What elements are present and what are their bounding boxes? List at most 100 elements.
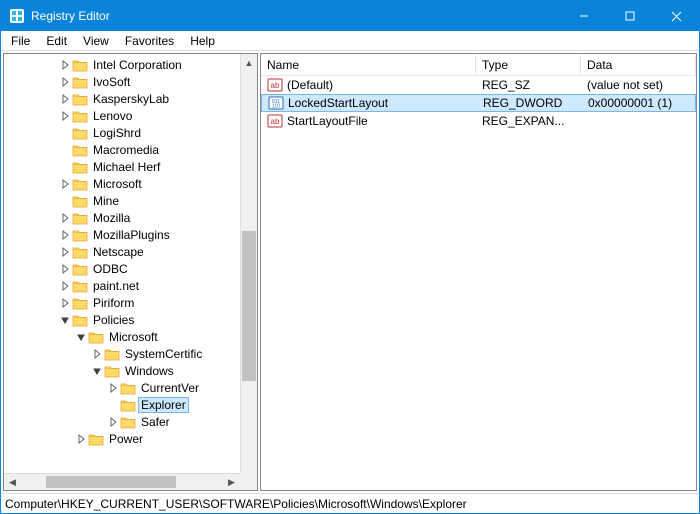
- tree-item[interactable]: Policies: [4, 311, 240, 328]
- tree-item[interactable]: LogiShrd: [4, 124, 240, 141]
- scroll-track[interactable]: [21, 474, 223, 490]
- expand-icon[interactable]: [58, 230, 72, 240]
- binary-value-icon: [268, 95, 284, 111]
- expand-icon[interactable]: [58, 213, 72, 223]
- menu-view[interactable]: View: [75, 32, 117, 50]
- tree-item[interactable]: Explorer: [4, 396, 240, 413]
- expand-icon[interactable]: [58, 77, 72, 87]
- tree-item-label[interactable]: Lenovo: [90, 108, 135, 124]
- tree-item-label[interactable]: Safer: [138, 414, 173, 430]
- expand-icon[interactable]: [58, 247, 72, 257]
- value-name-cell: StartLayoutFile: [261, 113, 476, 129]
- tree-item[interactable]: Netscape: [4, 243, 240, 260]
- registry-editor-window: Registry Editor File Edit View Favorites…: [0, 0, 700, 514]
- folder-icon: [72, 245, 88, 259]
- tree-item-label[interactable]: Power: [106, 431, 146, 447]
- menu-edit[interactable]: Edit: [38, 32, 75, 50]
- tree-item-label[interactable]: Windows: [122, 363, 177, 379]
- column-header-type[interactable]: Type: [476, 55, 581, 75]
- tree-item[interactable]: KasperskyLab: [4, 90, 240, 107]
- tree-item-label[interactable]: Policies: [90, 312, 137, 328]
- menu-file[interactable]: File: [3, 32, 38, 50]
- tree-item-label[interactable]: Macromedia: [90, 142, 162, 158]
- expand-icon[interactable]: [58, 264, 72, 274]
- titlebar[interactable]: Registry Editor: [1, 1, 699, 31]
- menu-favorites[interactable]: Favorites: [117, 32, 182, 50]
- collapse-icon[interactable]: [58, 315, 72, 325]
- tree-item[interactable]: ODBC: [4, 260, 240, 277]
- tree-item[interactable]: Windows: [4, 362, 240, 379]
- tree-item-label[interactable]: IvoSoft: [90, 74, 133, 90]
- expand-icon[interactable]: [106, 417, 120, 427]
- tree-item-label[interactable]: Microsoft: [106, 329, 161, 345]
- tree-item-label[interactable]: Mozilla: [90, 210, 133, 226]
- value-type-cell: REG_EXPAN...: [476, 114, 581, 128]
- tree-item-label[interactable]: SystemCertific: [122, 346, 205, 362]
- tree-item-label[interactable]: Intel Corporation: [90, 57, 185, 73]
- folder-icon: [104, 364, 120, 378]
- tree-item-label[interactable]: Netscape: [90, 244, 147, 260]
- expand-icon[interactable]: [58, 94, 72, 104]
- tree-item-label[interactable]: LogiShrd: [90, 125, 144, 141]
- tree-item-label[interactable]: MozillaPlugins: [90, 227, 173, 243]
- value-row[interactable]: (Default)REG_SZ(value not set): [261, 76, 696, 94]
- tree-item-label[interactable]: Mine: [90, 193, 122, 209]
- scroll-right-icon[interactable]: ▶: [223, 474, 240, 490]
- tree-item-label[interactable]: ODBC: [90, 261, 131, 277]
- expand-icon[interactable]: [58, 179, 72, 189]
- folder-icon: [72, 126, 88, 140]
- value-row[interactable]: StartLayoutFileREG_EXPAN...: [261, 112, 696, 130]
- tree-item[interactable]: Microsoft: [4, 175, 240, 192]
- scroll-left-icon[interactable]: ◀: [4, 474, 21, 490]
- tree-item[interactable]: Mine: [4, 192, 240, 209]
- tree-item[interactable]: MozillaPlugins: [4, 226, 240, 243]
- tree-item[interactable]: Macromedia: [4, 141, 240, 158]
- list-rows[interactable]: (Default)REG_SZ(value not set)LockedStar…: [261, 76, 696, 490]
- tree-item[interactable]: Safer: [4, 413, 240, 430]
- tree-item-label[interactable]: Explorer: [138, 397, 189, 413]
- column-header-name[interactable]: Name: [261, 55, 476, 75]
- tree-item[interactable]: Lenovo: [4, 107, 240, 124]
- minimize-button[interactable]: [561, 1, 607, 31]
- tree-body[interactable]: Intel CorporationIvoSoftKasperskyLabLeno…: [4, 54, 240, 490]
- collapse-icon[interactable]: [90, 366, 104, 376]
- tree-horizontal-scrollbar[interactable]: ◀ ▶: [4, 473, 240, 490]
- tree-item[interactable]: Intel Corporation: [4, 56, 240, 73]
- tree-item-label[interactable]: Michael Herf: [90, 159, 163, 175]
- collapse-icon[interactable]: [74, 332, 88, 342]
- tree-item-label[interactable]: CurrentVer: [138, 380, 202, 396]
- expand-icon[interactable]: [106, 383, 120, 393]
- tree-vertical-scrollbar[interactable]: ▲ ▼: [240, 54, 257, 490]
- tree-item[interactable]: CurrentVer: [4, 379, 240, 396]
- close-button[interactable]: [653, 1, 699, 31]
- maximize-button[interactable]: [607, 1, 653, 31]
- expand-icon[interactable]: [90, 349, 104, 359]
- tree-item[interactable]: Mozilla: [4, 209, 240, 226]
- tree-item-label[interactable]: KasperskyLab: [90, 91, 172, 107]
- tree-item-label[interactable]: paint.net: [90, 278, 142, 294]
- expand-icon[interactable]: [58, 281, 72, 291]
- tree-item[interactable]: Power: [4, 430, 240, 447]
- expand-icon[interactable]: [58, 60, 72, 70]
- column-header-data[interactable]: Data: [581, 55, 696, 75]
- menu-help[interactable]: Help: [182, 32, 223, 50]
- value-row[interactable]: LockedStartLayoutREG_DWORD0x00000001 (1): [261, 94, 696, 112]
- tree-item[interactable]: Michael Herf: [4, 158, 240, 175]
- tree-item[interactable]: paint.net: [4, 277, 240, 294]
- scroll-thumb[interactable]: [242, 231, 256, 381]
- folder-icon: [120, 381, 136, 395]
- expand-icon[interactable]: [58, 111, 72, 121]
- tree-item-label[interactable]: Piriform: [90, 295, 137, 311]
- expand-icon[interactable]: [74, 434, 88, 444]
- tree-item-label[interactable]: Microsoft: [90, 176, 145, 192]
- scroll-up-icon[interactable]: ▲: [241, 54, 257, 71]
- tree-item[interactable]: Microsoft: [4, 328, 240, 345]
- folder-icon: [104, 347, 120, 361]
- value-name-cell: (Default): [261, 77, 476, 93]
- scroll-thumb[interactable]: [46, 476, 176, 488]
- scroll-track[interactable]: [241, 71, 257, 473]
- tree-item[interactable]: SystemCertific: [4, 345, 240, 362]
- expand-icon[interactable]: [58, 298, 72, 308]
- tree-item[interactable]: Piriform: [4, 294, 240, 311]
- tree-item[interactable]: IvoSoft: [4, 73, 240, 90]
